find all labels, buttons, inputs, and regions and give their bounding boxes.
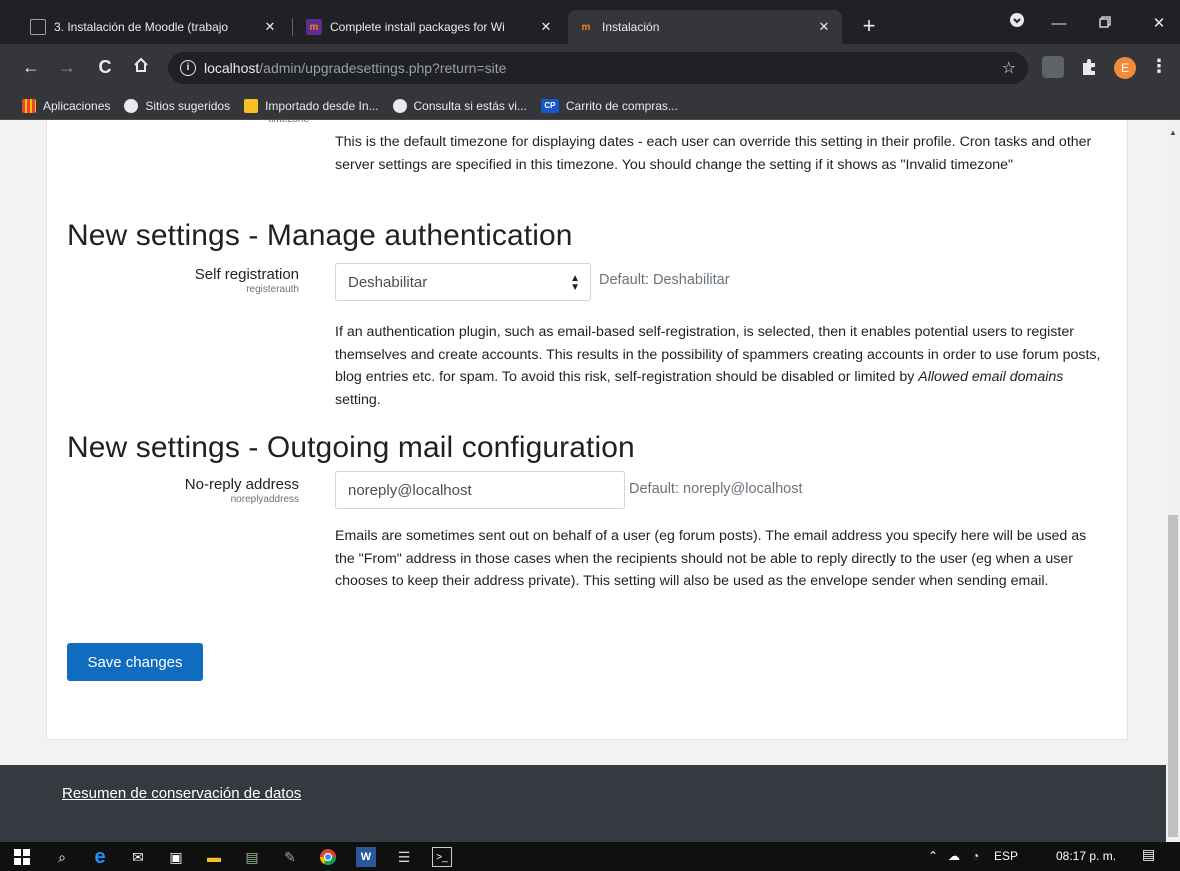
section-heading-authentication: New settings - Manage authentication [67, 219, 573, 252]
cp-icon: CP [540, 98, 559, 113]
folder-icon [244, 98, 259, 113]
bookmark-label: Consulta si estás vi... [413, 98, 527, 113]
chrome-menu-icon[interactable]: ⋮ [1150, 56, 1168, 77]
self-registration-label: Self registration registerauth [195, 266, 299, 295]
section-heading-mail: New settings - Outgoing mail configurati… [67, 431, 635, 464]
desc-emphasis: Allowed email domains [918, 369, 1064, 385]
bookmark-aplicaciones[interactable]: Aplicaciones [22, 98, 111, 113]
close-tab-icon[interactable]: ✕ [538, 19, 554, 35]
url-host: localhost [204, 60, 260, 76]
notifications-icon[interactable]: ▤ [1142, 846, 1155, 863]
network-icon[interactable]: ◔ [972, 849, 979, 863]
paint-icon[interactable]: ✎ [280, 847, 300, 867]
mail-icon[interactable]: ✉ [128, 847, 148, 867]
save-changes-button[interactable]: Save changes [67, 643, 203, 681]
bookmark-star-icon[interactable]: ☆ [1002, 58, 1016, 78]
tab-separator [292, 18, 293, 36]
word-icon[interactable]: W [356, 847, 376, 867]
input-value: noreply@localhost [348, 481, 472, 499]
globe-icon [392, 98, 407, 113]
page-footer: Resumen de conservación de datos [0, 765, 1166, 842]
reload-icon[interactable]: C [92, 54, 118, 80]
setting-key: registerauth [246, 284, 299, 295]
setting-key: noreplyaddress [230, 494, 299, 505]
bookmark-label: Importado desde In... [265, 98, 379, 113]
tab-title: 3. Instalación de Moodle (trabajo [54, 20, 229, 34]
bookmark-carrito[interactable]: CP Carrito de compras... [540, 98, 678, 113]
profile-avatar[interactable]: E [1114, 57, 1136, 79]
no-reply-description: Emails are sometimes sent out on behalf … [335, 528, 1087, 589]
self-registration-select[interactable]: Deshabilitar ▲ ▼ [335, 263, 591, 301]
timezone-label: timezone [268, 120, 309, 125]
chrome-icon[interactable] [318, 847, 338, 867]
tab-title: Complete install packages for Wi [330, 20, 505, 34]
settings-card: timezone This is the default timezone fo… [46, 120, 1128, 740]
clock[interactable]: 08:17 p. m. [1056, 849, 1116, 863]
setting-key: timezone [268, 120, 309, 125]
moodle-logo-icon: m [306, 19, 322, 35]
bookmarks-bar: Aplicaciones Sitios sugeridos Importado … [0, 92, 1180, 120]
document-icon [30, 19, 46, 35]
bookmark-label: Aplicaciones [43, 98, 111, 113]
bookmark-sitios-sugeridos[interactable]: Sitios sugeridos [124, 98, 231, 113]
home-icon[interactable] [128, 54, 154, 80]
minimize-window-button[interactable]: — [1044, 12, 1074, 36]
url-path: /admin/upgradesettings.php?return=site [259, 60, 507, 76]
tab-title: Instalación [602, 20, 660, 34]
select-value: Deshabilitar [348, 273, 428, 291]
close-tab-icon[interactable]: ✕ [262, 19, 278, 35]
moodle-logo-icon: m [581, 21, 591, 33]
page-scrollbar[interactable]: ▲ [1166, 120, 1180, 842]
onedrive-cloud-icon[interactable]: ☁ [948, 849, 960, 863]
self-registration-description: If an authentication plugin, such as ema… [335, 321, 1105, 411]
no-reply-label: No-reply address noreplyaddress [185, 476, 299, 505]
pdf-extension-icon[interactable] [1042, 56, 1064, 78]
self-registration-default: Default: Deshabilitar [599, 272, 730, 288]
show-hidden-icons-chevron-icon[interactable]: ⌃ [928, 849, 938, 863]
globe-icon [124, 98, 139, 113]
edge-browser-icon[interactable]: e [90, 846, 110, 868]
back-arrow-icon[interactable]: ← [18, 54, 44, 80]
tab-instalacion[interactable]: m Instalación ✕ [568, 10, 842, 44]
command-prompt-icon[interactable]: >_ [432, 847, 452, 867]
bookmark-label: Sitios sugeridos [145, 98, 231, 113]
no-reply-default: Default: noreply@localhost [629, 481, 803, 497]
tab-search-icon[interactable] [1002, 12, 1032, 36]
setting-title: No-reply address [184, 476, 299, 493]
apps-grid-icon [22, 98, 36, 113]
windows-taskbar: ⌕ e ✉ ▣ ▬ ▤ ✎ W ☰ >_ ⌃ ☁ ◔ ESP 08:17 p. … [0, 842, 1180, 871]
extensions-puzzle-icon[interactable] [1078, 56, 1100, 78]
tab-moodle-install-doc[interactable]: 3. Instalación de Moodle (trabajo ✕ [20, 10, 288, 44]
forward-arrow-icon[interactable]: → [54, 54, 80, 80]
tab-complete-install-packages[interactable]: m Complete install packages for Wi ✕ [296, 10, 564, 44]
timezone-description: This is the default timezone for display… [335, 134, 1092, 173]
no-reply-address-input[interactable]: noreply@localhost [335, 471, 625, 509]
address-bar[interactable]: i localhost/admin/upgradesettings.php?re… [168, 52, 1028, 84]
close-tab-icon[interactable]: ✕ [816, 19, 832, 35]
bookmark-consulta[interactable]: Consulta si estás vi... [392, 98, 527, 113]
restore-window-button[interactable] [1090, 12, 1120, 36]
bookmark-importado[interactable]: Importado desde In... [244, 98, 379, 113]
notepad-icon[interactable]: ▤ [242, 847, 262, 867]
desc-text: setting. [335, 391, 381, 408]
site-info-icon[interactable]: i [180, 60, 196, 76]
search-icon[interactable]: ⌕ [52, 847, 72, 867]
windows-start-icon[interactable] [12, 847, 32, 867]
scrollbar-thumb[interactable] [1168, 515, 1178, 837]
select-caret-icon: ▲ ▼ [570, 273, 580, 293]
data-retention-summary-link[interactable]: Resumen de conservación de datos [62, 785, 301, 802]
bookmark-label: Carrito de compras... [565, 98, 678, 113]
language-indicator[interactable]: ESP [994, 849, 1018, 863]
setting-title: Self registration [194, 266, 299, 283]
browser-toolbar: ← → C i localhost/admin/upgradesettings.… [0, 44, 1180, 92]
close-window-button[interactable]: ✕ [1144, 12, 1174, 36]
page-viewport: timezone This is the default timezone fo… [0, 120, 1166, 842]
new-tab-button[interactable]: + [856, 14, 882, 40]
file-explorer-icon[interactable]: ▬ [204, 847, 224, 867]
store-icon[interactable]: ▣ [166, 847, 186, 867]
scroll-up-arrow-icon[interactable]: ▲ [1169, 128, 1177, 137]
notes-icon[interactable]: ☰ [394, 847, 414, 867]
